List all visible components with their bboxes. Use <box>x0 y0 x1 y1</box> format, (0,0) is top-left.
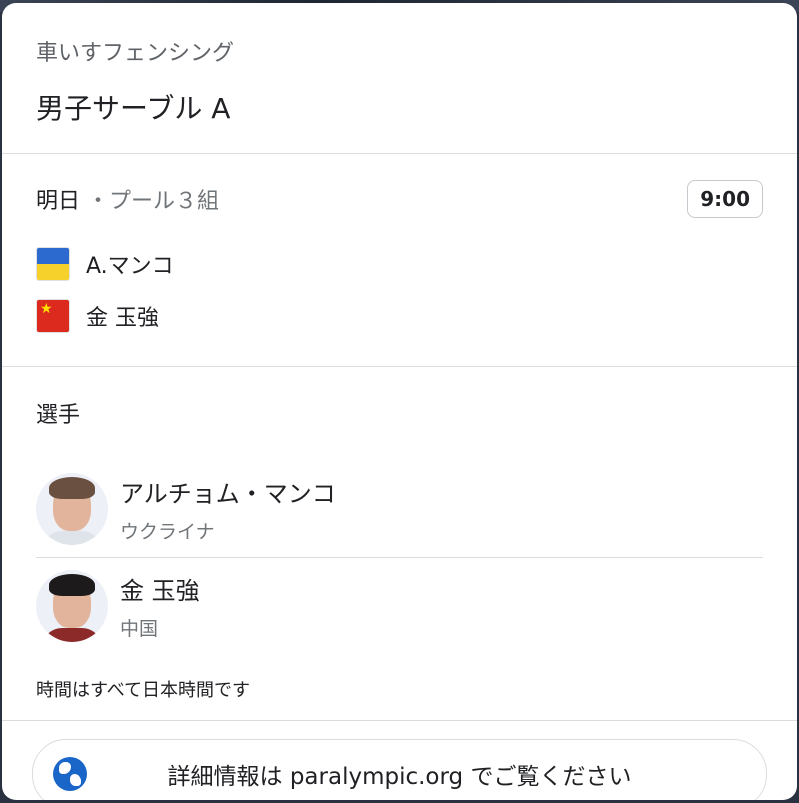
competitor-name: A.マンコ <box>86 254 174 279</box>
competitor-row: ★ 金 玉強 <box>36 290 763 342</box>
match-section[interactable]: 明日 ・プール３組 9:00 A.マンコ ★ 金 玉強 <box>2 154 797 367</box>
athlete-country: ウクライナ <box>120 521 215 543</box>
athlete-country: 中国 <box>120 618 159 640</box>
competitor-name: 金 玉強 <box>86 306 159 331</box>
ukraine-flag-icon <box>36 247 70 281</box>
sport-name: 車いすフェンシング <box>36 41 235 66</box>
card-footer: 詳細情報は paralympic.org でご覧ください <box>2 721 797 800</box>
event-name: 男子サーブル A <box>36 92 231 125</box>
link-label: 詳細情報は paralympic.org でご覧ください <box>167 764 632 790</box>
event-card: 車いすフェンシング 男子サーブル A 明日 ・プール３組 9:00 A.マンコ … <box>2 3 797 800</box>
athlete-row[interactable]: 金 玉強 中国 <box>36 558 763 654</box>
match-day: 明日 <box>36 189 81 214</box>
avatar <box>36 570 108 642</box>
competitor-row: A.マンコ <box>36 238 763 290</box>
athletes-title: 選手 <box>36 403 81 428</box>
athletes-section: 選手 アルチョム・マンコ ウクライナ 金 玉強 中国 <box>2 367 797 654</box>
athlete-row[interactable]: アルチョム・マンコ ウクライナ <box>36 461 763 558</box>
timezone-note: 時間はすべて日本時間です <box>2 654 797 721</box>
match-pool: プール３組 <box>109 189 220 214</box>
match-date: 明日 ・プール３組 <box>36 183 219 215</box>
athlete-name: アルチョム・マンコ <box>120 480 336 508</box>
match-time-badge: 9:00 <box>687 180 763 218</box>
event-header: 車いすフェンシング 男子サーブル A <box>2 3 797 154</box>
athlete-name: 金 玉強 <box>120 577 200 605</box>
china-flag-icon: ★ <box>36 299 70 333</box>
paralympic-link-button[interactable]: 詳細情報は paralympic.org でご覧ください <box>32 739 767 800</box>
match-separator: ・ <box>87 189 110 214</box>
avatar <box>36 473 108 545</box>
